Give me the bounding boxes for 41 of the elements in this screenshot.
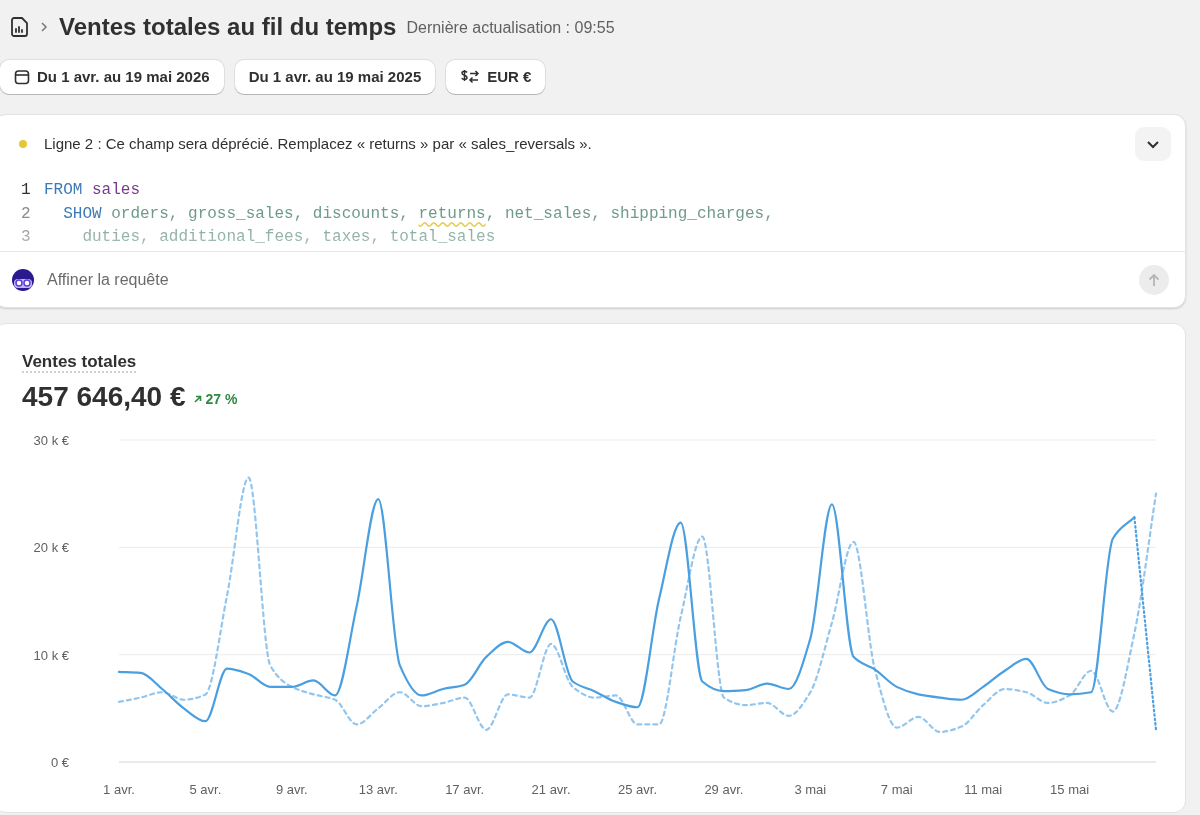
report-icon [11,17,29,37]
x-axis-label: 29 avr. [704,782,744,797]
x-axis-label: 21 avr. [531,782,571,797]
line-number: 3 [21,227,32,248]
x-axis-label: 15 mai [1050,782,1090,797]
assistant-avatar-icon [11,267,35,292]
x-axis-label: 1 avr. [103,782,135,797]
x-axis-label: 9 avr. [275,782,308,797]
y-axis-label: 0 € [50,755,69,770]
last-updated-text: Dernière actualisation : 09:55 [406,18,615,38]
arrow-up-right-icon [193,395,202,403]
refine-query-field[interactable]: Affiner la requête [47,267,1139,292]
code-line: SHOW orders, gross_sales, discounts, returns, net_sales, shipping_charges, [62,203,774,225]
x-axis-label: 17 avr. [445,782,485,797]
x-axis-label: 3 mai [794,782,827,797]
chevron-down-icon [1146,139,1160,149]
x-axis-label: 5 avr. [189,782,222,797]
page-title: Ventes totales au fil du temps [59,12,397,42]
code-line: FROM sales [44,180,140,201]
code-line: duties, additional_fees, taxes, total_sales [81,227,496,248]
x-axis-label: 7 mai [880,782,913,797]
filter-button[interactable]: Du 1 avr. au 19 mai 2025 [234,60,436,94]
filter-button[interactable]: Du 1 avr. au 19 mai 2026 [0,60,224,94]
y-axis-label: 10 k € [33,647,69,663]
currency-exchange-icon [460,69,481,85]
metric-value: 457 646,40 € [22,380,186,414]
line-number: 1 [21,180,32,201]
x-axis-label: 11 mai [964,782,1003,797]
warning-message: Ligne 2 : Ce champ sera déprécié. Remplacez « returns » par « sales_reversals ». [44,133,593,154]
x-axis-label: 25 avr. [618,782,657,797]
y-axis-label: 20 k € [33,540,69,556]
collapse-button[interactable] [1135,127,1171,161]
y-axis-label: 30 k € [33,433,69,448]
x-axis-label: 13 avr. [358,782,398,797]
line-number: 2 [21,203,32,225]
chevron-right-icon [40,21,48,33]
change-percent: 27 % [205,389,238,409]
metric-label: Ventes totales [22,352,137,373]
arrow-up-icon [1148,272,1160,287]
filter-button[interactable]: EUR € [446,60,546,94]
calendar-icon [14,69,30,85]
